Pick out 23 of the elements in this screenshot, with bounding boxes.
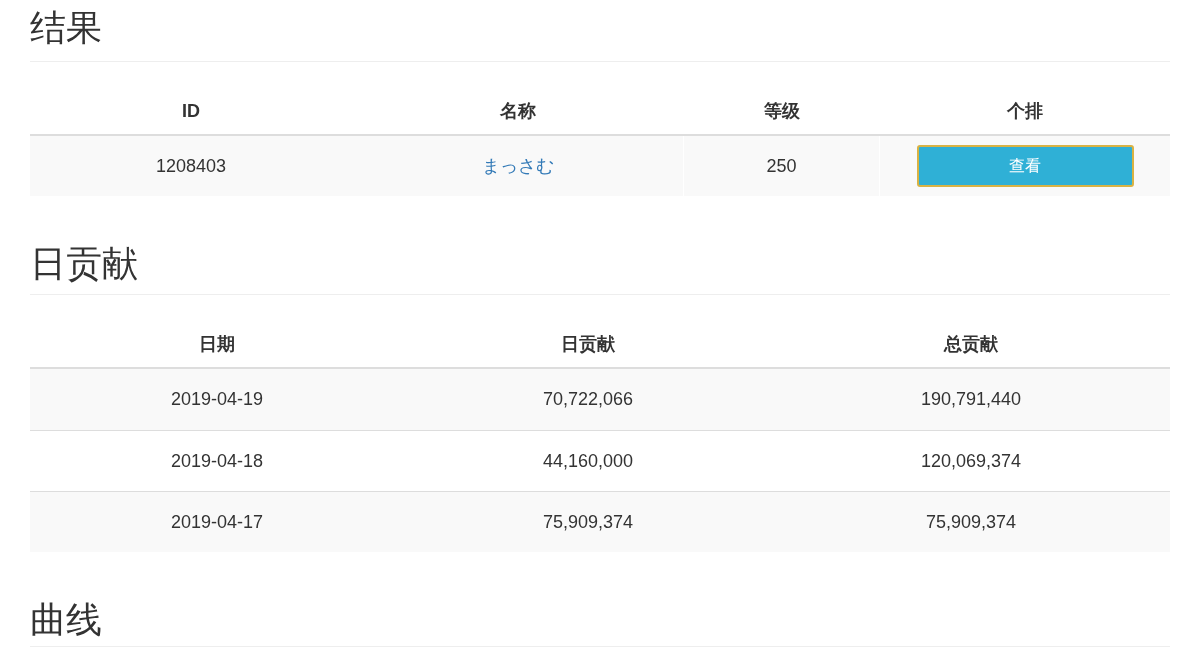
- table-cell-text: 75,909,374: [542, 510, 634, 534]
- column-header: 个排: [1007, 100, 1043, 123]
- table-cell-text: 190,791,440: [920, 388, 1022, 411]
- section-heading: 曲线: [30, 598, 102, 642]
- table-cell-text: 2019-04-19: [170, 388, 264, 411]
- table-cell-text: 70,722,066: [542, 388, 634, 411]
- table-cell-text: 2019-04-18: [170, 449, 264, 473]
- column-header: 名称: [500, 100, 536, 123]
- table-cell-text: 120,069,374: [920, 449, 1022, 473]
- table-cell-text: 1208403: [155, 154, 227, 178]
- column-header: 总贡献: [944, 333, 998, 356]
- column-header: ID: [182, 100, 200, 123]
- table-cell-text: 250: [766, 154, 797, 178]
- table-cell-text: 2019-04-17: [170, 510, 264, 534]
- column-header: 等级: [764, 100, 800, 123]
- table-cell-text: 44,160,000: [542, 449, 634, 473]
- section-heading: 结果: [30, 6, 102, 50]
- column-header: 日贡献: [561, 333, 615, 356]
- table-cell-text: 75,909,374: [925, 510, 1017, 534]
- column-header: 日期: [199, 333, 235, 356]
- name-link[interactable]: まっさむ: [481, 152, 554, 180]
- view-button[interactable]: 查看: [916, 145, 1134, 187]
- section-heading: 日贡献: [30, 242, 138, 286]
